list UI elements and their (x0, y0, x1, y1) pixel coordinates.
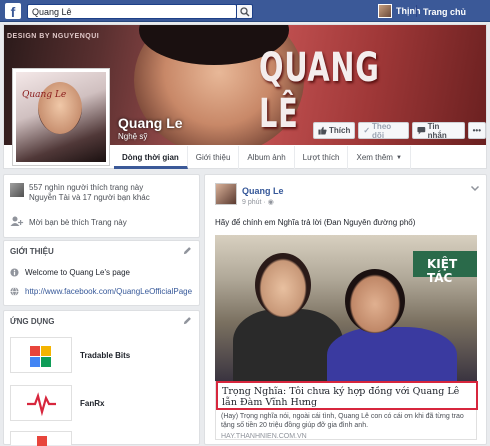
like-button[interactable]: Thích (313, 122, 356, 139)
search-icon (240, 7, 250, 17)
facebook-logo-icon[interactable]: f (5, 3, 21, 20)
tab-timeline[interactable]: Dòng thời gian (114, 146, 188, 169)
about-card: GIỚI THIỆU Welcome to Quang Le's page ht… (3, 240, 200, 306)
invite-friends-label: Mời bạn bè thích Trang này (29, 218, 127, 227)
link-preview-image[interactable]: KIỆT TÁC (215, 235, 477, 381)
tab-likes[interactable]: Lượt thích (295, 146, 349, 169)
follow-button[interactable]: ✓ Theo dõi (358, 121, 409, 140)
photo-person-body (327, 327, 457, 381)
ellipsis-icon: ••• (472, 126, 481, 135)
photo-person-head (255, 253, 311, 317)
friends-avatar-icon (10, 183, 24, 197)
chevron-down-icon[interactable] (470, 183, 480, 193)
message-button[interactable]: Tin nhắn (411, 121, 465, 140)
tab-more-label: Xem thêm (356, 153, 393, 162)
app-item-fanrx[interactable]: FanRx (10, 385, 104, 421)
like-button-label: Thích (329, 126, 351, 135)
divider (416, 5, 417, 17)
logo-block (30, 357, 40, 367)
link-domain: HAY.THANHNIEN.COM.VN (221, 433, 307, 440)
app-item-tradable-bits[interactable]: Tradable Bits (10, 337, 130, 373)
chevron-down-icon: ▼ (395, 154, 402, 161)
page-category[interactable]: Nghệ sỹ (118, 132, 147, 141)
search-input[interactable] (27, 4, 237, 19)
apps-heading[interactable]: ỨNG DỤNG (10, 317, 54, 326)
post-author[interactable]: Quang Le (242, 186, 284, 196)
follow-button-label: Theo dõi (372, 121, 392, 140)
app-name: FanRx (80, 398, 105, 408)
link-description: (Hay) Trọng nghĩa nói, ngoài cái tình, Q… (221, 413, 464, 429)
edit-pencil-icon[interactable] (183, 246, 192, 255)
website-link[interactable]: http://www.facebook.com/QuangLeOfficialP… (25, 287, 192, 296)
link-preview[interactable]: Trọng Nghĩa: Tôi chưa ký hợp đồng với Qu… (215, 381, 478, 440)
fanrx-logo-icon (10, 385, 72, 421)
profile-picture-image: Quang Le (16, 72, 106, 162)
likes-friends: Nguyễn Tài và 17 người bạn khác (29, 193, 150, 202)
page-title[interactable]: Quang Le (118, 115, 183, 131)
page-tabs: Dòng thời gian Giới thiệu Album ảnh Lượt… (114, 146, 411, 169)
likes-count: 557 nghìn người thích trang này (29, 183, 144, 192)
app-item-next[interactable] (10, 431, 72, 446)
cover-credit: DESIGN BY NGUYENQUI (7, 33, 100, 40)
page-header: DESIGN BY NGUYENQUI QUANG LÊ Quang Le Qu… (3, 24, 487, 169)
photo-person-head (345, 269, 405, 333)
top-navigation-bar: f Thịnh Trang chủ (0, 0, 490, 22)
search-button[interactable] (236, 4, 253, 19)
post-timestamp[interactable]: 9 phút · ◉ (242, 198, 274, 206)
thumbs-up-icon (318, 126, 327, 135)
logo-block (30, 346, 40, 356)
home-link[interactable]: Trang chủ (423, 7, 466, 17)
photo-sign: KIỆT TÁC (413, 251, 477, 285)
heartbeat-icon (27, 392, 56, 417)
message-button-label: Tin nhắn (427, 121, 447, 140)
globe-icon: ◉ (267, 199, 274, 206)
about-welcome-row: Welcome to Quang Le's page (10, 268, 130, 277)
about-website-row: http://www.facebook.com/QuangLeOfficialP… (10, 287, 192, 296)
rss-icon: ✓ (363, 126, 371, 135)
link-title[interactable]: Trọng Nghĩa: Tôi chưa ký hợp đồng với Qu… (216, 381, 478, 410)
post-text: Hãy để chính em Nghĩa trả lời (Đan Nguyê… (215, 218, 416, 227)
tab-photos[interactable]: Album ảnh (239, 146, 295, 169)
about-heading[interactable]: GIỚI THIỆU (10, 247, 54, 256)
app-logo-icon (10, 431, 72, 446)
about-welcome-text: Welcome to Quang Le's page (25, 268, 130, 277)
edit-pencil-icon[interactable] (183, 316, 192, 325)
avatar (378, 4, 392, 18)
tab-about[interactable]: Giới thiệu (188, 146, 240, 169)
invite-friends[interactable]: Mời bạn bè thích Trang này (10, 215, 127, 229)
avatar[interactable] (215, 183, 237, 205)
tab-more[interactable]: Xem thêm ▼ (348, 146, 411, 169)
likes-stat[interactable]: 557 nghìn người thích trang này Nguyễn T… (10, 183, 150, 203)
likes-text: 557 nghìn người thích trang này Nguyễn T… (29, 183, 150, 203)
more-options-button[interactable]: ••• (467, 122, 486, 139)
post-time-text: 9 phút · (242, 199, 266, 206)
logo-block (41, 357, 51, 367)
info-icon (10, 268, 19, 277)
app-name: Tradable Bits (80, 350, 131, 360)
timeline-post: Quang Le 9 phút · ◉ Hãy để chính em Nghĩ… (204, 174, 487, 445)
cover-action-buttons: Thích ✓ Theo dõi Tin nhắn ••• (313, 121, 486, 140)
top-user-link[interactable]: Thịnh (378, 4, 421, 18)
invite-friends-icon (10, 216, 24, 226)
globe-icon (10, 287, 19, 296)
tradable-bits-logo-icon (10, 337, 72, 373)
logo-block (41, 346, 51, 356)
profile-picture[interactable]: Quang Le (12, 68, 110, 166)
likes-card: 557 nghìn người thích trang này Nguyễn T… (3, 174, 200, 238)
apps-card: ỨNG DỤNG Tradable Bits FanRx (3, 310, 200, 446)
message-icon (417, 127, 426, 135)
profile-signature: Quang Le (22, 90, 67, 100)
